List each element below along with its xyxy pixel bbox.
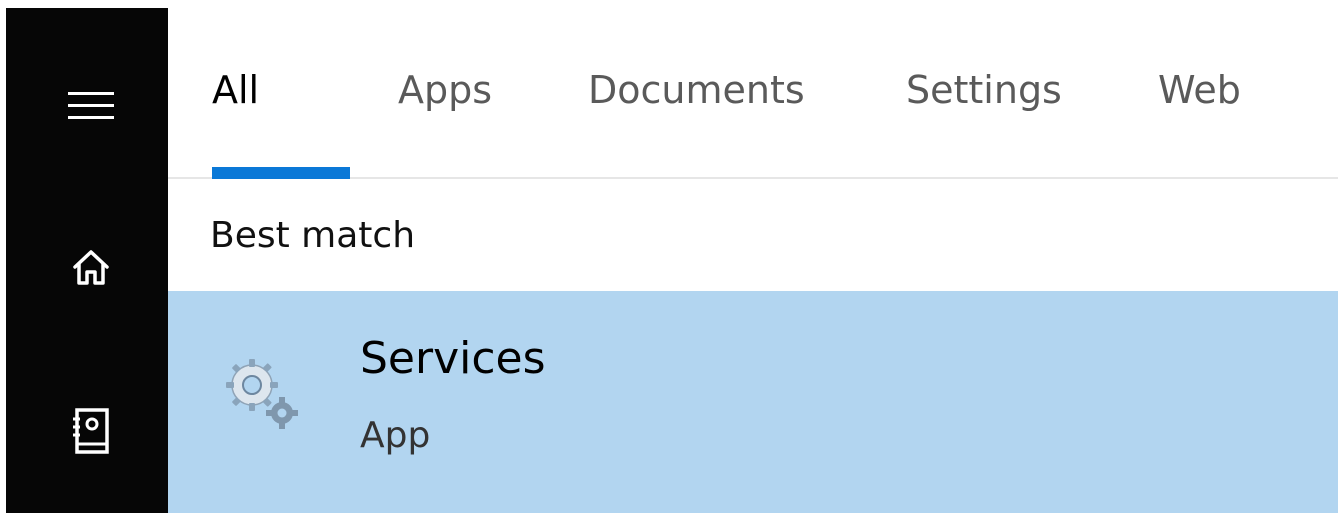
search-results-panel: All Apps Documents Settings Web Best mat… bbox=[168, 8, 1338, 513]
hamburger-menu-icon bbox=[66, 86, 116, 126]
active-tab-indicator bbox=[212, 167, 350, 179]
left-nav-rail bbox=[6, 8, 168, 513]
best-match-result[interactable]: Services App bbox=[168, 291, 1338, 513]
home-button[interactable] bbox=[56, 238, 126, 298]
search-filter-tabs: All Apps Documents Settings Web bbox=[168, 8, 1338, 179]
services-gears-icon bbox=[220, 351, 306, 437]
result-type: App bbox=[360, 415, 431, 456]
start-search-window: All Apps Documents Settings Web Best mat… bbox=[0, 0, 1338, 513]
notebook-button[interactable] bbox=[56, 401, 126, 461]
tab-apps[interactable]: Apps bbox=[398, 66, 492, 114]
tab-documents[interactable]: Documents bbox=[588, 66, 805, 114]
home-icon bbox=[70, 247, 112, 289]
result-title: Services bbox=[360, 333, 546, 384]
best-match-heading: Best match bbox=[210, 215, 416, 256]
menu-button[interactable] bbox=[56, 76, 126, 136]
notebook-icon bbox=[71, 407, 111, 455]
tab-settings[interactable]: Settings bbox=[906, 66, 1062, 114]
tab-web[interactable]: Web bbox=[1158, 66, 1241, 114]
tab-all[interactable]: All bbox=[212, 66, 259, 114]
